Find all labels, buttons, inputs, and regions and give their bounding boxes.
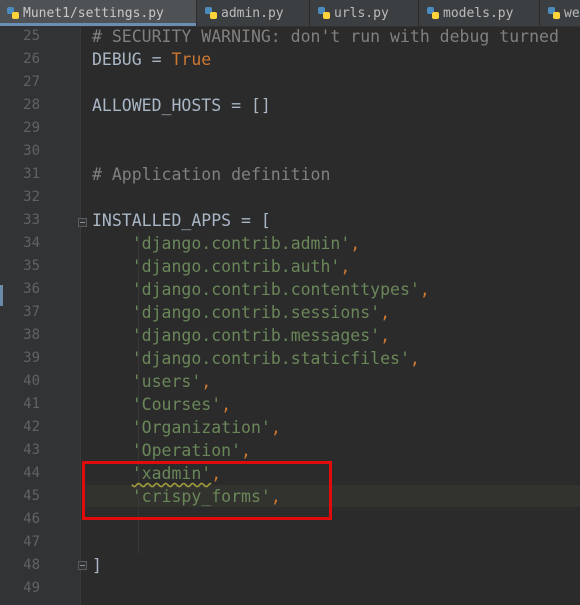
string-literal: 'django.contrib.contenttypes' [131, 280, 420, 299]
python-file-icon [205, 7, 217, 19]
comma: , [270, 418, 281, 437]
string-literal: 'Operation' [131, 441, 242, 460]
code-line-38: 'django.contrib.messages', [92, 324, 390, 347]
annotation-highlight-box [82, 461, 332, 520]
tab-label: we [564, 5, 580, 21]
string-literal: 'django.contrib.auth' [131, 257, 341, 276]
code-line-35: 'django.contrib.auth', [92, 255, 351, 278]
operator: = [141, 50, 172, 69]
string-literal: 'django.contrib.admin' [131, 234, 351, 253]
fold-end-icon[interactable] [78, 561, 87, 570]
comma: , [241, 441, 251, 460]
comma: , [409, 349, 420, 368]
python-file-icon [318, 7, 330, 19]
keyword: True [171, 50, 212, 69]
code-line-25: # SECURITY WARNING: don't run with debug… [92, 27, 559, 46]
python-file-icon [548, 7, 560, 19]
comma: , [419, 280, 430, 299]
code-line-41: 'Courses', [92, 393, 231, 416]
code-line-39: 'django.contrib.staticfiles', [92, 347, 420, 370]
string-literal: 'django.contrib.staticfiles' [131, 349, 410, 368]
tab-settings-py[interactable]: Munet1/settings.py [0, 0, 197, 26]
comma: , [350, 234, 361, 253]
code-line-28: ALLOWED_HOSTS = [] [92, 96, 271, 115]
fold-toggle-icon[interactable] [78, 218, 87, 227]
string-literal: 'django.contrib.sessions' [131, 303, 381, 322]
code-line-42: 'Organization', [92, 416, 281, 439]
string-literal: 'users' [131, 372, 202, 391]
code-line-43: 'Operation', [92, 439, 251, 462]
code-line-48: ] [92, 556, 102, 575]
tab-label: Munet1/settings.py [23, 5, 164, 21]
comma: , [380, 303, 391, 322]
python-file-icon [427, 7, 439, 19]
code-line-33: INSTALLED_APPS = [ [92, 211, 271, 230]
code-line-40: 'users', [92, 370, 211, 393]
editor-tab-bar: Munet1/settings.py admin.py urls.py mode… [0, 0, 580, 27]
code-line-36: 'django.contrib.contenttypes', [92, 278, 430, 301]
comma: , [380, 326, 391, 345]
python-file-icon [7, 7, 19, 19]
tab-label: admin.py [221, 5, 284, 21]
tab-urls-py[interactable]: urls.py [311, 0, 419, 26]
tab-models-py[interactable]: models.py [420, 0, 540, 26]
code-line-31: # Application definition [92, 165, 331, 184]
comma: , [340, 257, 351, 276]
tab-admin-py[interactable]: admin.py [198, 0, 310, 26]
tab-label: urls.py [334, 5, 389, 21]
string-literal: 'Courses' [131, 395, 222, 414]
comma: , [201, 372, 212, 391]
string-literal: 'django.contrib.messages' [131, 326, 381, 345]
tab-overflow[interactable]: we [541, 0, 580, 26]
code-line-34: 'django.contrib.admin', [92, 232, 360, 255]
code-line-37: 'django.contrib.sessions', [92, 301, 390, 324]
comma: , [221, 395, 232, 414]
string-literal: 'Organization' [131, 418, 271, 437]
tab-label: models.py [443, 5, 514, 21]
code-line-26: DEBUG = True [92, 48, 211, 71]
identifier: DEBUG [92, 50, 142, 69]
